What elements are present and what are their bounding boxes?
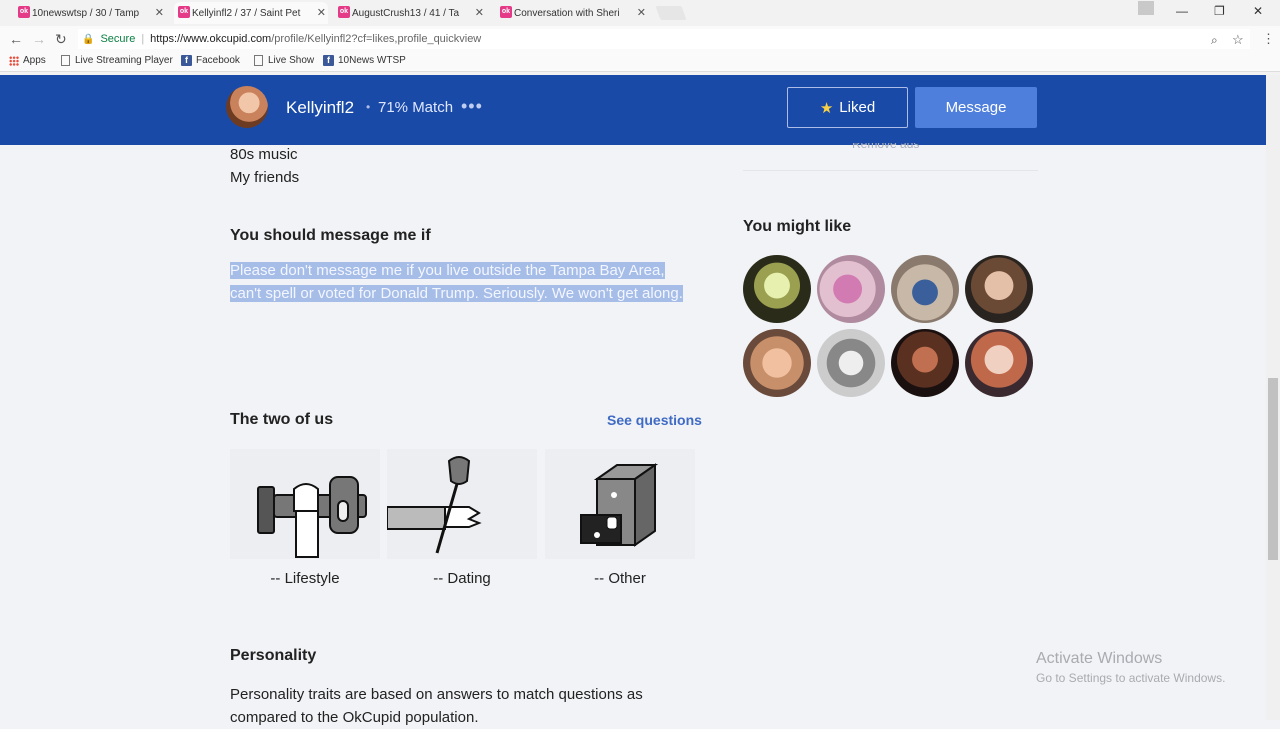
secure-label: Secure [100, 33, 136, 45]
message-me-if-heading: You should message me if [230, 227, 431, 244]
bookmark-apps[interactable]: Apps [9, 55, 46, 66]
lifestyle-card[interactable] [230, 449, 380, 559]
address-bar[interactable]: 🔒 Secure | https://www.okcupid.com/profi… [78, 29, 1250, 49]
message-button[interactable]: Message [915, 87, 1037, 128]
bookmark-facebook[interactable]: f Facebook [181, 55, 240, 66]
minimize-icon[interactable]: — [1176, 4, 1188, 18]
restore-icon[interactable]: ❐ [1214, 4, 1225, 18]
two-of-us-heading: The two of us [230, 411, 334, 428]
liked-button[interactable]: ★ Liked [787, 87, 908, 128]
scrollbar-thumb[interactable] [1268, 378, 1278, 560]
okcupid-favicon-icon: ok [18, 6, 30, 18]
see-questions-link[interactable]: See questions [607, 412, 702, 428]
sidebar-divider [743, 170, 1038, 171]
dating-label: -- Dating [433, 570, 491, 587]
bookmarks-bar: Apps Live Streaming Player f Facebook Liv… [0, 52, 1280, 72]
tab-kellyinfl2[interactable]: ok Kellyinfl2 / 37 / Saint Pet ✕ [174, 2, 328, 24]
separator-dot: • [366, 100, 371, 114]
suggested-profile-photo[interactable] [817, 255, 885, 323]
bookmark-live-streaming-player[interactable]: Live Streaming Player [61, 55, 173, 66]
suggested-profile-photo[interactable] [891, 329, 959, 397]
address-separator: | [141, 33, 145, 45]
star-icon: ★ [819, 99, 834, 117]
tab-close-icon[interactable]: ✕ [317, 6, 326, 19]
bookmark-live-show[interactable]: Live Show [254, 55, 314, 66]
back-icon[interactable]: ← [9, 31, 23, 47]
suggested-profile-photo[interactable] [743, 329, 811, 397]
page-icon [254, 55, 263, 66]
url-host: https://www.okcupid.com [150, 33, 272, 45]
menu-icon[interactable]: ⋮ [1262, 31, 1275, 47]
tab-10newswtsp[interactable]: ok 10newswtsp / 30 / Tamp ✕ [14, 2, 166, 24]
facebook-icon: f [181, 55, 192, 66]
suggested-profile-photo[interactable] [965, 329, 1033, 397]
suggested-profile-photo[interactable] [891, 255, 959, 323]
suggested-profile-photo[interactable] [965, 255, 1033, 323]
profile-username[interactable]: Kellyinfl2 [286, 98, 354, 118]
dating-card[interactable] [386, 449, 537, 559]
tab-close-icon[interactable]: ✕ [637, 6, 646, 19]
personality-heading: Personality [230, 647, 317, 664]
avatar[interactable] [226, 86, 268, 128]
zoom-icon[interactable]: ⌕ [1211, 33, 1218, 48]
apps-grid-icon [9, 55, 19, 66]
lifestyle-label: -- Lifestyle [270, 570, 340, 587]
activate-windows-watermark: Activate Windows [1036, 650, 1163, 667]
okcupid-favicon-icon: ok [338, 6, 350, 18]
weight-lifting-icon [257, 476, 367, 558]
url-path: /profile/Kellyinfl2?cf=likes,profile_qui… [271, 33, 482, 45]
other-label: -- Other [594, 570, 646, 587]
tab-augustcrush13[interactable]: ok AugustCrush13 / 41 / Ta ✕ [334, 2, 486, 24]
forward-icon[interactable]: → [32, 31, 46, 47]
window-close-icon[interactable]: ✕ [1253, 4, 1263, 18]
tab-close-icon[interactable]: ✕ [155, 6, 164, 19]
more-options-icon[interactable]: ••• [461, 96, 483, 117]
okcupid-favicon-icon: ok [500, 6, 512, 18]
lock-icon: 🔒 [82, 33, 95, 45]
bookmark-10news-wtsp[interactable]: f 10News WTSP [323, 55, 406, 66]
rose-hand-icon [386, 456, 482, 554]
okcupid-favicon-icon: ok [178, 6, 190, 18]
profile-icon[interactable] [1138, 1, 1154, 15]
interest-item: My friends [230, 169, 300, 186]
you-might-like-heading: You might like [743, 218, 852, 235]
suggested-profile-photo[interactable] [817, 329, 885, 397]
reload-icon[interactable]: ↻ [55, 31, 67, 48]
personality-text: Personality traits are based on answers … [230, 686, 643, 726]
new-tab-button[interactable] [655, 6, 687, 20]
profile-header [0, 75, 1266, 145]
tab-close-icon[interactable]: ✕ [475, 6, 484, 19]
box-drawer-icon [580, 463, 659, 547]
tab-strip: ok 10newswtsp / 30 / Tamp ✕ ok Kellyinfl… [0, 0, 1280, 26]
facebook-icon: f [323, 55, 334, 66]
match-percentage: 71% Match [378, 99, 454, 116]
message-me-if-text: Please don't message me if you live outs… [230, 262, 683, 302]
activate-windows-subtext: Go to Settings to activate Windows. [1036, 671, 1226, 685]
bookmark-star-icon[interactable]: ☆ [1232, 32, 1244, 48]
suggested-profile-photo[interactable] [743, 255, 811, 323]
tab-conversation[interactable]: ok Conversation with Sheri ✕ [496, 2, 648, 24]
other-card[interactable] [545, 449, 695, 559]
page-icon [61, 55, 70, 66]
interest-item: 80s music [230, 146, 298, 163]
